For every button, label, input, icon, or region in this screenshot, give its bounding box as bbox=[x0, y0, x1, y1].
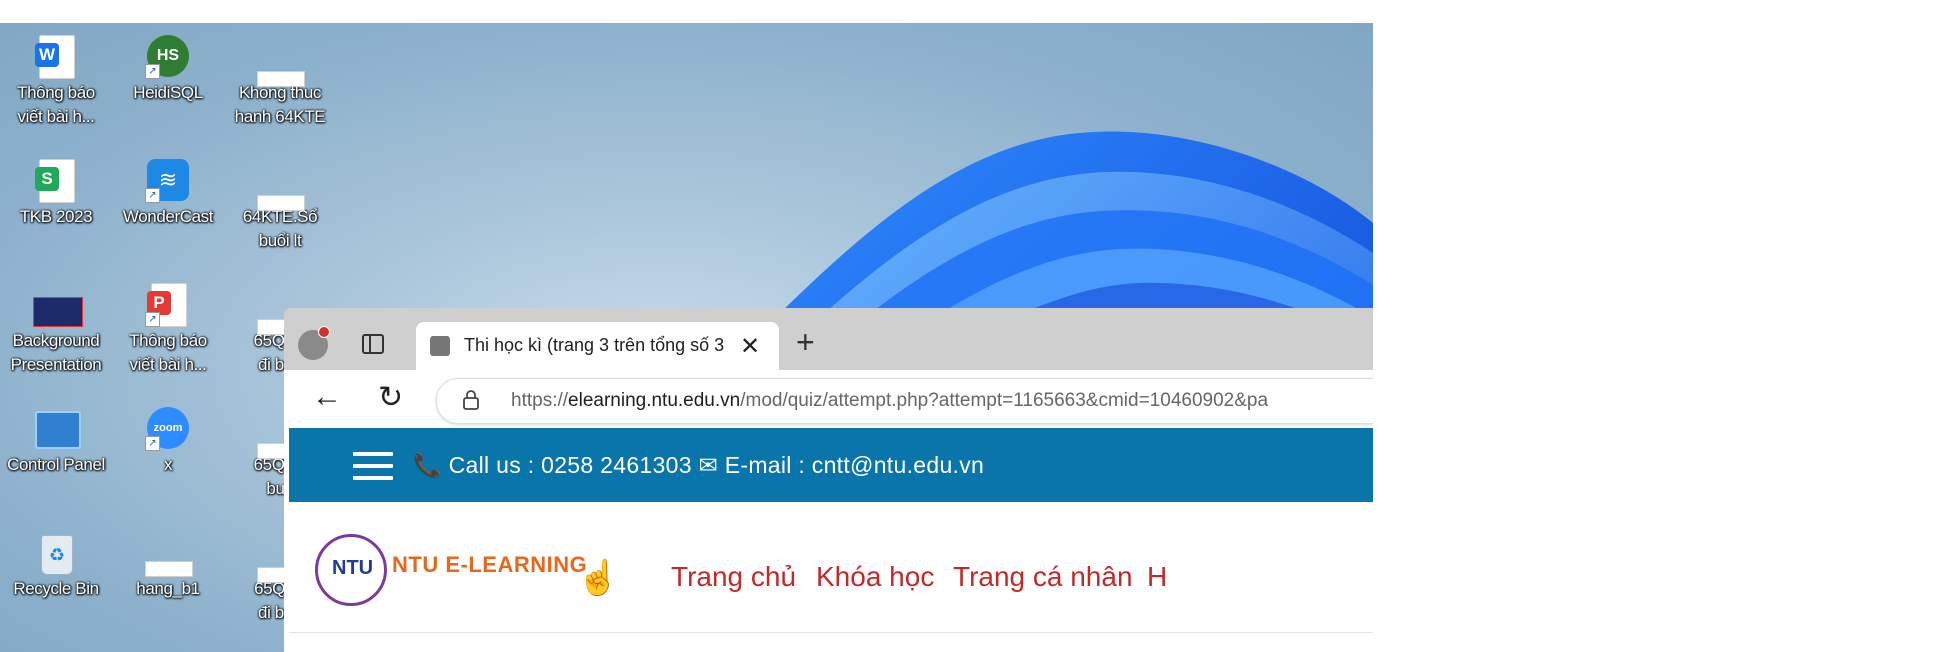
desktop-icon-heidisql[interactable]: HS ↗ HeidiSQL bbox=[118, 33, 218, 105]
desktop-icon-label: WonderCast bbox=[122, 207, 214, 226]
browser-window: Thi học kì (trang 3 trên tổng số 3 ✕ + ←… bbox=[284, 308, 1373, 652]
desktop-icon-wondercast[interactable]: ≋ ↗ WonderCast bbox=[118, 157, 218, 229]
desktop-icon-label: Background bbox=[12, 331, 100, 350]
lock-icon[interactable] bbox=[463, 390, 479, 410]
spreadsheet-app-icon: S bbox=[35, 167, 59, 191]
desktop-icon-label: Control Panel bbox=[7, 455, 105, 474]
desktop-icon-word-doc[interactable]: W Thông báo viết bài h... bbox=[6, 33, 106, 129]
spreadsheet-file-icon bbox=[145, 561, 193, 577]
tab-actions-icon[interactable] bbox=[362, 334, 384, 354]
desktop-icon-zoom[interactable]: zoom ↗ x bbox=[118, 405, 218, 477]
shortcut-arrow-icon: ↗ bbox=[145, 64, 160, 79]
close-icon[interactable]: ✕ bbox=[740, 332, 760, 361]
notification-dot-icon bbox=[318, 326, 330, 338]
url-text[interactable]: https://elearning.ntu.edu.vn/mod/quiz/at… bbox=[511, 390, 1268, 412]
desktop-icon-label: Presentation bbox=[10, 355, 102, 374]
spreadsheet-file-icon bbox=[257, 71, 305, 87]
pointing-hand-icon: ☝ bbox=[577, 559, 620, 597]
url-prefix: https:// bbox=[511, 390, 569, 411]
logo-text[interactable]: NTU E-LEARNING bbox=[392, 552, 587, 578]
recycle-bin-icon: ♻ bbox=[41, 535, 73, 575]
url-path: /mod/quiz/attempt.php?attempt=1165663&cm… bbox=[740, 390, 1269, 411]
desktop-icon-label: HeidiSQL bbox=[133, 83, 203, 102]
reload-button[interactable]: ↻ bbox=[378, 380, 403, 415]
desktop-icon-label: hang_b1 bbox=[136, 579, 200, 598]
desktop-icon-label: Thông báo bbox=[129, 331, 207, 350]
desktop-icon-label: Recycle Bin bbox=[13, 579, 99, 598]
nav-courses[interactable]: Khóa học bbox=[816, 561, 934, 593]
site-header: NTU NTU E-LEARNING ☝ Trang chủ Khóa học … bbox=[289, 502, 1373, 633]
tab-strip: Thi học kì (trang 3 trên tổng số 3 ✕ + bbox=[284, 308, 1373, 370]
desktop-icon-control-panel[interactable]: Control Panel bbox=[6, 405, 106, 477]
nav-profile[interactable]: Trang cá nhân bbox=[953, 561, 1133, 593]
address-bar[interactable]: https://elearning.ntu.edu.vn/mod/quiz/at… bbox=[436, 378, 1373, 424]
word-document-icon: W bbox=[35, 43, 59, 67]
hamburger-menu-icon[interactable] bbox=[353, 452, 393, 480]
desktop-icon-64kte[interactable]: 64KTE.Sổ buổi lt bbox=[230, 157, 330, 253]
desktop-icon-label: buổi lt bbox=[258, 231, 302, 250]
back-button[interactable]: ← bbox=[312, 380, 342, 414]
desktop-icon-hang-b1[interactable]: hang_b1 bbox=[118, 529, 218, 601]
desktop-icon-tkb-2023[interactable]: S TKB 2023 bbox=[6, 157, 106, 229]
url-domain: elearning.ntu.edu.vn bbox=[568, 390, 741, 411]
desktop-icon-label: x bbox=[163, 455, 173, 474]
desktop-icon-khong-thuc-hanh[interactable]: Khong thuc hanh 64KTE bbox=[230, 33, 330, 129]
desktop-icon-label: viết bài h... bbox=[129, 355, 207, 374]
favicon-icon bbox=[430, 336, 450, 356]
browser-toolbar: ← ↻ https://elearning.ntu.edu.vn/mod/qui… bbox=[284, 370, 1373, 428]
tab-title: Thi học kì (trang 3 trên tổng số 3 bbox=[464, 335, 725, 355]
logo-mark: NTU bbox=[332, 557, 374, 579]
desktop-icon-background-presentation[interactable]: Background Presentation bbox=[6, 281, 106, 377]
desktop-icon-label: viết bài h... bbox=[17, 107, 95, 126]
desktop-icon-recycle-bin[interactable]: ♻ Recycle Bin bbox=[6, 529, 106, 601]
site-topbar: 📞 Call us : 0258 2461303 ✉ E-mail : cntt… bbox=[289, 428, 1373, 502]
tab-active[interactable]: Thi học kì (trang 3 trên tổng số 3 ✕ bbox=[416, 322, 779, 370]
shortcut-arrow-icon: ↗ bbox=[145, 188, 160, 203]
desktop-icon-pdf-doc[interactable]: P ↗ Thông báo viết bài h... bbox=[118, 281, 218, 377]
nav-home[interactable]: Trang chủ bbox=[671, 561, 796, 593]
nav-more[interactable]: H bbox=[1147, 561, 1167, 593]
desktop-icon-label: Thông báo bbox=[17, 83, 95, 102]
control-panel-icon bbox=[35, 411, 81, 449]
spreadsheet-file-icon bbox=[257, 195, 305, 211]
shortcut-arrow-icon: ↗ bbox=[145, 312, 160, 327]
shortcut-arrow-icon: ↗ bbox=[145, 436, 160, 451]
ntu-logo[interactable]: NTU bbox=[315, 534, 387, 606]
presentation-thumbnail-icon bbox=[33, 297, 83, 327]
desktop-icon-label: TKB 2023 bbox=[19, 207, 93, 226]
desktop-icon-label: hanh 64KTE bbox=[234, 107, 326, 126]
contact-info: 📞 Call us : 0258 2461303 ✉ E-mail : cntt… bbox=[413, 452, 985, 478]
new-tab-button[interactable]: + bbox=[796, 324, 815, 361]
